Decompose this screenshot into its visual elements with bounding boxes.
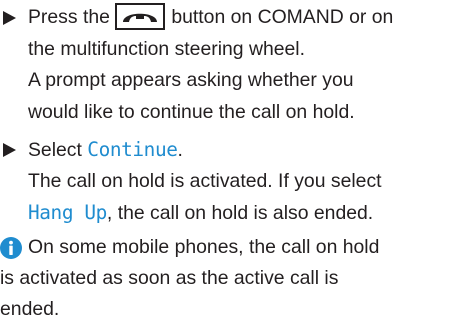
step-arrow-icon [3,2,19,34]
manual-page: Press the button on COMAND or on the mul… [0,0,465,320]
continue-option: Continue [87,138,178,161]
phone-hang-up-icon [115,3,166,30]
hang-up-option: Hang Up [28,201,107,225]
step-1-text-after: button on COMAND or on [171,6,394,28]
step-arrow-icon [3,134,19,166]
step-1-line-1: Press the button on COMAND or on [28,2,393,34]
step-2-text-before: Select [28,139,82,161]
step-2-text-after: . [177,139,183,161]
step-1-text-before: Press the [28,6,110,28]
info-icon [0,232,22,264]
step-1-line-2: the multifunction steering wheel. [28,37,306,60]
step-2-result-text-after: , the call on hold is also ended. [106,202,374,225]
step-2-result-line-1: The call on hold is activated. If you se… [28,169,382,192]
step-2-line-1: Select Continue. [28,134,183,167]
note-line-2: is activated as soon as the active call … [0,267,339,290]
note-line-3: ended. [0,298,60,320]
step-1-result-line-1: A prompt appears asking whether you [28,69,354,92]
step-1-result-line-2: would like to continue the call on hold. [28,100,355,123]
note-line-1: On some mobile phones, the call on hold [28,236,380,258]
step-2-result-line-2: Hang Up, the call on hold is also ended. [28,197,373,230]
